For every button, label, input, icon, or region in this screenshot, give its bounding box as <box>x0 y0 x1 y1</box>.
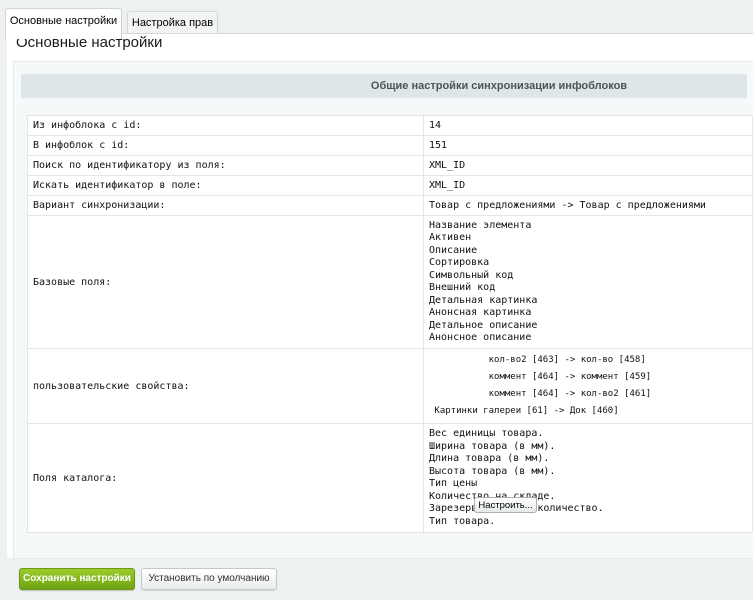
base-fields-list: Название элемента Активен Описание Сорти… <box>423 215 753 349</box>
list-item: Детальная картинка <box>429 294 538 306</box>
user-props-list: кол-во2 [463] -> кол-во [458] коммент [4… <box>423 348 753 424</box>
row-label: Поиск по идентификатору из поля: <box>27 155 424 176</box>
save-settings-button[interactable]: Сохранить настройки <box>19 568 135 590</box>
list-item: Активен <box>429 232 472 243</box>
table-row: Поля каталога: Вес единицы товара. Ширин… <box>27 423 753 533</box>
configure-button[interactable]: Настроить... <box>474 497 537 513</box>
list-item: Тип товара. <box>429 515 496 527</box>
list-item: Сортировка <box>429 257 490 268</box>
list-item: Анонсная картинка <box>429 307 532 318</box>
list-item: Описание <box>429 244 478 256</box>
row-label: В инфоблок с id: <box>27 135 424 156</box>
list-item: Тип цены <box>429 478 478 489</box>
table-row: В инфоблок с id: 151 <box>27 135 753 156</box>
table-row: пользовательские свойства: кол-во2 [463]… <box>27 348 753 424</box>
reset-defaults-button[interactable]: Установить по умолчанию <box>141 568 277 590</box>
section-header: Общие настройки синхронизации инфоблоков <box>21 74 747 98</box>
list-item: кол-во2 [463] -> кол-во [458] <box>429 355 646 365</box>
table-row: Из инфоблока с id: 14 <box>27 115 753 136</box>
list-item: коммент [464] -> коммент [459] <box>429 372 652 382</box>
row-label: Искать идентификатор в поле: <box>27 175 424 196</box>
list-item: Высота товара (в мм). <box>429 465 556 477</box>
row-label: Вариант синхронизации: <box>27 195 424 216</box>
list-item: Детальное описание <box>429 319 538 331</box>
tab-access-rights[interactable]: Настройка прав <box>127 11 218 34</box>
row-value: Товар с предложениями -> Товар с предлож… <box>423 195 753 216</box>
list-item: Анонсное описание <box>429 332 532 343</box>
table-row: Искать идентификатор в поле: XML_ID <box>27 175 753 196</box>
row-label: пользовательские свойства: <box>27 348 424 424</box>
table-row: Вариант синхронизации: Товар с предложен… <box>27 195 753 216</box>
settings-panel: Основные настройки Общие настройки синхр… <box>7 33 753 559</box>
list-item: Длина товара (в мм). <box>429 453 550 464</box>
row-value: XML_ID <box>423 175 753 196</box>
list-item: Внешний код <box>429 282 496 293</box>
list-item: Вес единицы товара. <box>429 428 544 439</box>
row-label: Поля каталога: <box>27 423 424 533</box>
row-label: Базовые поля: <box>27 215 424 349</box>
row-value: 14 <box>423 115 753 136</box>
list-item: Название элемента <box>429 219 532 231</box>
row-value: XML_ID <box>423 155 753 176</box>
table-row: Базовые поля: Название элемента Активен … <box>27 215 753 349</box>
list-item: Символьный код <box>429 269 514 281</box>
catalog-fields-list: Вес единицы товара. Ширина товара (в мм)… <box>423 423 753 533</box>
row-value: 151 <box>423 135 753 156</box>
list-item: Ширина товара (в мм). <box>429 440 556 452</box>
tab-main-settings[interactable]: Основные настройки <box>5 8 122 39</box>
table-row: Поиск по идентификатору из поля: XML_ID <box>27 155 753 176</box>
list-item: Картинки галереи [61] -> Док [460] <box>429 406 619 416</box>
settings-table: Из инфоблока с id: 14 В инфоблок с id: 1… <box>27 115 753 533</box>
row-label: Из инфоблока с id: <box>27 115 424 136</box>
list-item: коммент [464] -> кол-во2 [461] <box>429 389 652 399</box>
